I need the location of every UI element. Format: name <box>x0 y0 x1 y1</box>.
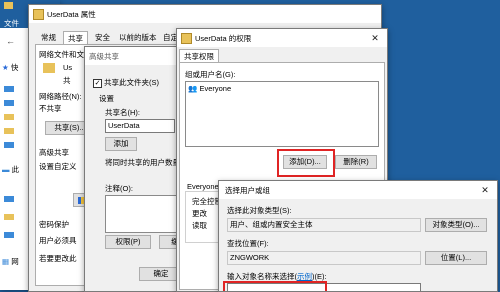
dialog-title: 选择用户或组 <box>225 186 270 195</box>
checkbox-label: 共享此文件夹(S) <box>104 78 159 87</box>
sidebar-item[interactable] <box>4 100 14 106</box>
password-protection-title: 密码保护 <box>39 220 69 229</box>
share-name-input[interactable]: UserData <box>105 119 175 133</box>
object-type-label: 选择此对象类型(S): <box>227 206 292 215</box>
list-item[interactable]: 👥 Everyone <box>188 84 231 93</box>
folder-icon <box>33 9 44 20</box>
item-sub: 共 <box>63 76 71 85</box>
close-icon[interactable]: ✕ <box>365 31 385 45</box>
shared-folder-icon <box>43 63 55 73</box>
sidebar-item[interactable] <box>4 142 14 148</box>
dialog-title: UserData 的权限 <box>195 34 252 43</box>
network-icon: ▦ <box>2 257 10 266</box>
highlight-add-button <box>277 149 335 177</box>
password-line-1: 用户必须具 <box>39 236 77 245</box>
select-users-dialog: 选择用户或组 ✕ 选择此对象类型(S): 用户、组或内置安全主体 对象类型(O)… <box>218 180 498 292</box>
location-value: ZNGWORK <box>227 251 421 265</box>
label-tail: )(E): <box>312 272 327 281</box>
user-name: Everyone <box>199 84 232 93</box>
sidebar-label: 此 <box>11 165 20 174</box>
sidebar-item[interactable] <box>4 232 14 238</box>
tab-security[interactable]: 安全 <box>91 31 114 44</box>
locations-button[interactable]: 位置(L)... <box>425 251 487 265</box>
examples-link[interactable]: 示例 <box>297 272 312 281</box>
settings-label: 设置 <box>99 94 114 103</box>
checkbox-checked-icon: ✓ <box>93 78 102 88</box>
sidebar-item[interactable] <box>4 196 14 202</box>
comments-label: 注释(O): <box>105 184 133 193</box>
tab-sharing[interactable]: 共享 <box>63 31 88 45</box>
folder-icon <box>181 33 192 44</box>
sidebar-label: 快 <box>10 63 19 72</box>
close-icon[interactable]: ✕ <box>475 183 495 197</box>
sidebar-network[interactable]: ▦ 网 <box>2 256 19 267</box>
add-share-button[interactable]: 添加 <box>105 137 137 151</box>
permissions-titlebar: UserData 的权限 ✕ <box>177 29 387 47</box>
pc-icon: ▬ <box>2 165 10 174</box>
sidebar-quick-access[interactable]: ★ 快 <box>2 62 18 73</box>
item-name: Us <box>63 63 73 72</box>
highlight-object-names-input <box>223 281 327 291</box>
sidebar-item[interactable] <box>4 86 14 92</box>
net-path-value: 不共享 <box>39 104 62 113</box>
sidebar-label: 网 <box>11 257 19 266</box>
tab-previous-versions[interactable]: 以前的版本 <box>115 31 161 44</box>
properties-titlebar: UserData 属性 <box>29 5 381 23</box>
advanced-sharing-title: 高级共享 <box>39 148 69 157</box>
share-this-folder-checkbox[interactable]: ✓ 共享此文件夹(S) <box>93 77 159 88</box>
object-types-button[interactable]: 对象类型(O)... <box>425 218 487 232</box>
sidebar-item[interactable] <box>4 214 14 220</box>
menu-file[interactable]: 文件 <box>4 18 19 29</box>
sidebar-this-pc[interactable]: ▬ 此 <box>2 164 19 175</box>
section-share-title: 网络文件和文 <box>39 50 84 59</box>
group-or-user-label: 组或用户名(G): <box>185 70 236 79</box>
star-icon: ★ <box>2 63 9 72</box>
permissions-button[interactable]: 权限(P) <box>105 235 151 249</box>
remove-button[interactable]: 删除(R) <box>335 155 377 169</box>
folder-icon <box>4 2 13 9</box>
tab-share-permissions[interactable]: 共享权限 <box>179 49 219 63</box>
dialog-title: 高级共享 <box>89 52 119 61</box>
advanced-sharing-desc: 设置自定义 <box>39 162 77 171</box>
window-title: UserData 属性 <box>47 10 96 19</box>
permission-row: 读取 <box>192 221 207 230</box>
object-type-value: 用户、组或内置安全主体 <box>227 218 421 232</box>
sidebar-item[interactable] <box>4 114 14 120</box>
share-name-label: 共享名(H): <box>105 108 140 117</box>
permission-row: 更改 <box>192 209 207 218</box>
sidebar-item[interactable] <box>4 128 14 134</box>
label-text: 输入对象名称来选择( <box>227 272 297 281</box>
back-arrow-icon[interactable]: ← <box>6 36 15 46</box>
password-line-2: 若要更改此 <box>39 254 77 263</box>
location-label: 查找位置(F): <box>227 239 269 248</box>
comments-textarea[interactable] <box>105 195 179 233</box>
select-users-titlebar: 选择用户或组 ✕ <box>219 181 497 199</box>
tab-general[interactable]: 常规 <box>37 31 60 44</box>
users-group-icon: 👥 <box>188 84 198 93</box>
users-list[interactable]: 👥 Everyone <box>185 81 379 147</box>
net-path-label: 网络路径(N): <box>39 92 82 101</box>
